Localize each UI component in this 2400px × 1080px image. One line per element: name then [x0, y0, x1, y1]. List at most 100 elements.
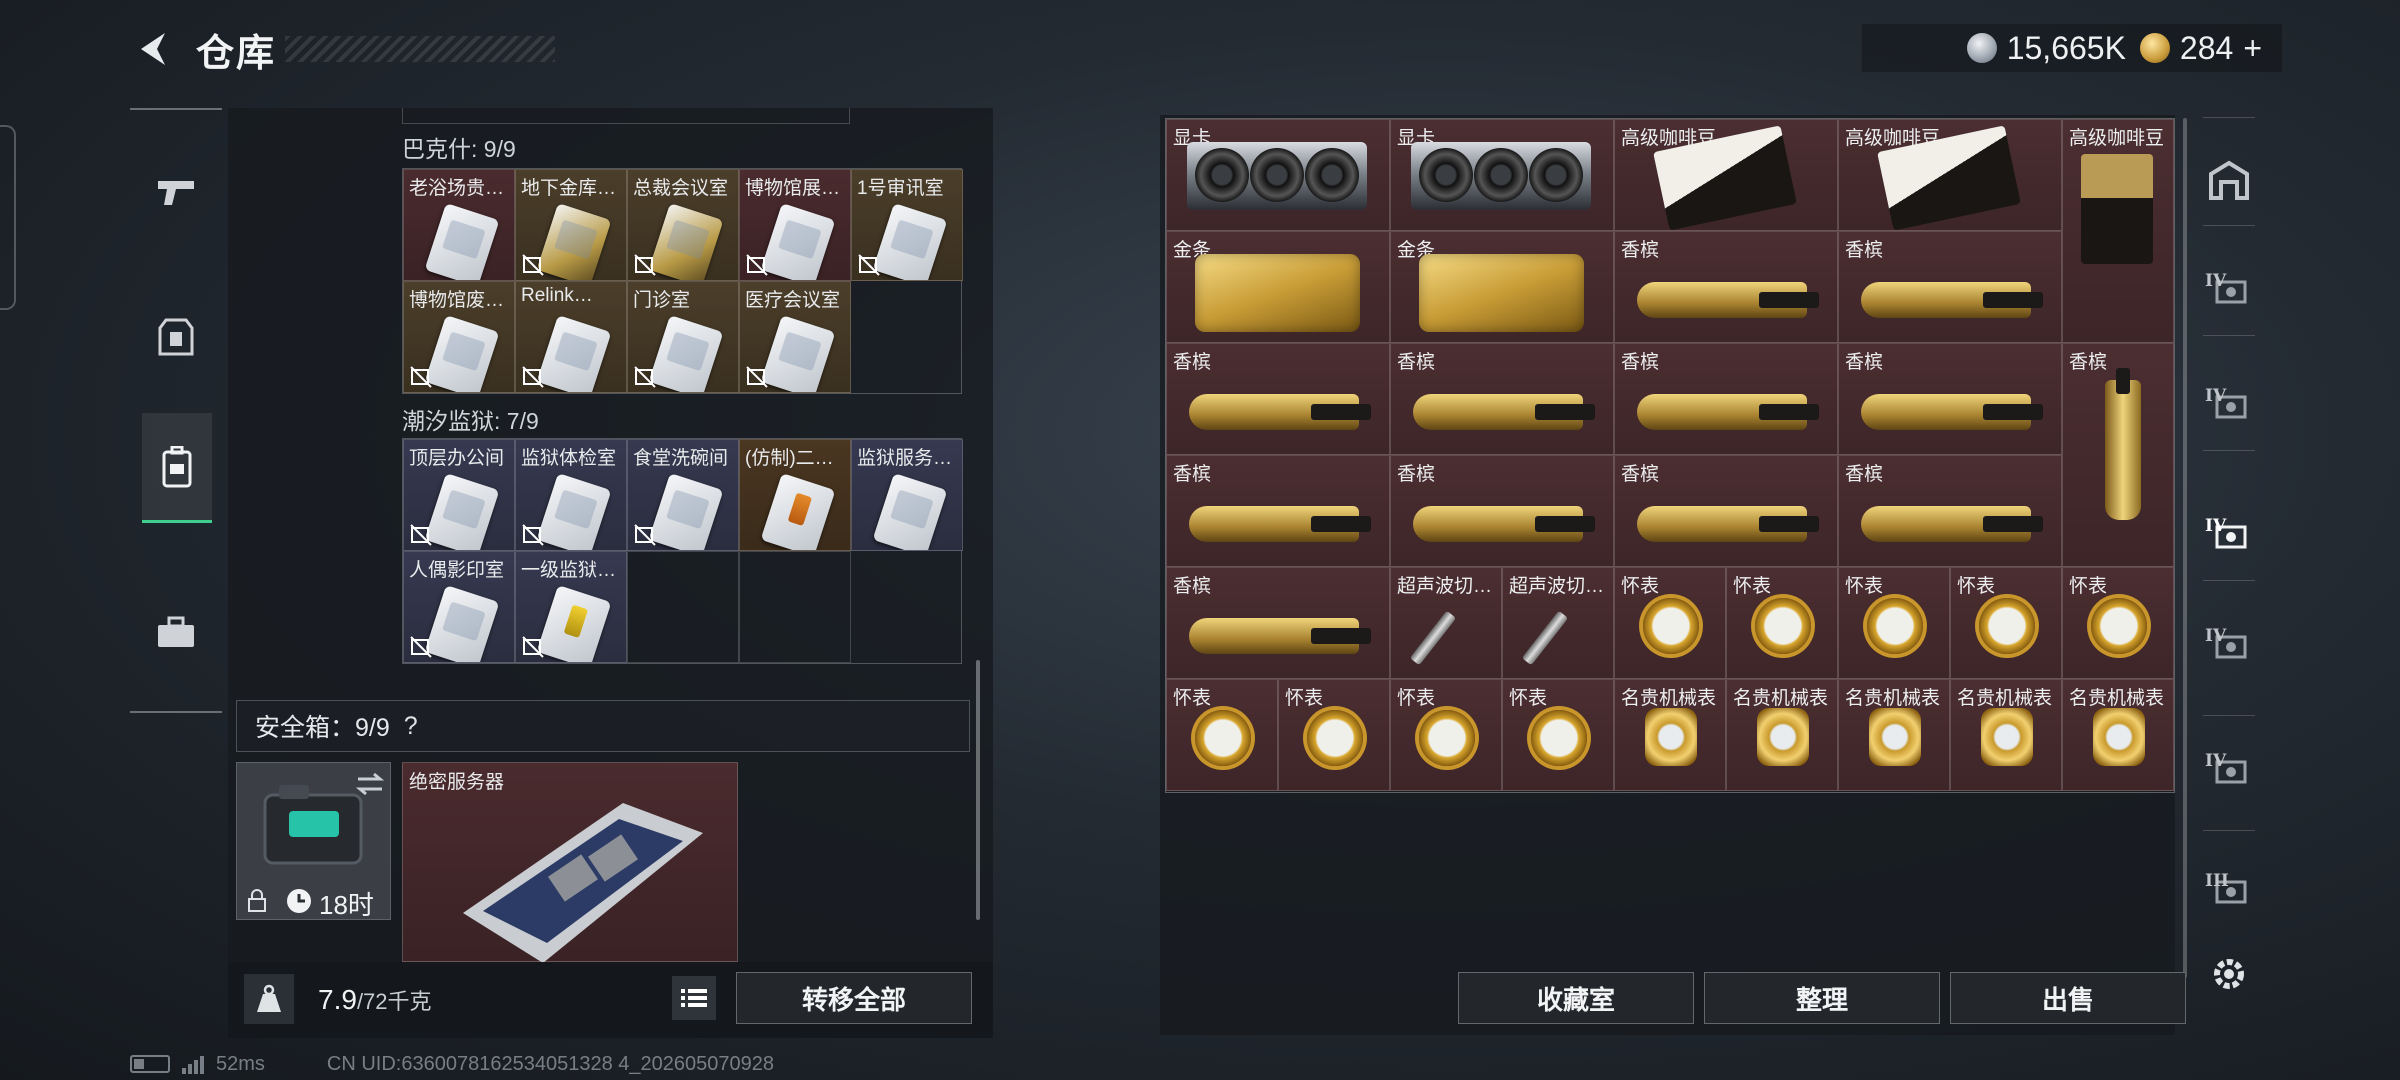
tab-warehouse-1[interactable]: IV	[2195, 255, 2263, 325]
pocket-watch-item[interactable]: 怀表	[1166, 679, 1278, 791]
no-entry-icon	[858, 254, 880, 276]
gold-plus-icon[interactable]: +	[2243, 30, 2262, 67]
gpu-item[interactable]: 显卡	[1166, 119, 1390, 231]
pocket-watch-item[interactable]: 怀表	[2062, 567, 2174, 679]
keycard-item[interactable]: 监狱服务…	[851, 439, 963, 551]
keycard-item[interactable]: 1号审讯室	[851, 169, 963, 281]
champagne-item[interactable]: 香槟	[1166, 343, 1390, 455]
pocket-watch-icon	[1307, 710, 1363, 766]
gold-bar-item[interactable]: 金条	[1390, 231, 1614, 343]
empty-slot[interactable]	[739, 551, 851, 663]
champagne-item[interactable]: 香槟	[1838, 231, 2062, 343]
warehouse-scrollbar[interactable]	[2183, 118, 2187, 978]
champagne-item[interactable]: 香槟	[1390, 455, 1614, 567]
tab-divider	[2203, 450, 2255, 451]
organize-button[interactable]: 整理	[1704, 972, 1940, 1024]
swap-icon[interactable]	[355, 771, 385, 797]
no-entry-icon	[522, 366, 544, 388]
keycard-item[interactable]: 老浴场贵…	[403, 169, 515, 281]
champagne-icon	[1189, 506, 1371, 542]
sell-button[interactable]: 出售	[1950, 972, 2186, 1024]
keycard-item[interactable]: 博物馆废…	[403, 281, 515, 393]
safe-box-device[interactable]: 18时	[236, 762, 391, 920]
side-drawer-handle[interactable]	[0, 125, 16, 310]
toolbox-icon	[158, 616, 194, 647]
champagne-item[interactable]: 香槟	[1166, 567, 1390, 679]
pocket-watch-item[interactable]: 怀表	[1614, 567, 1726, 679]
ultrasonic-cutter-item[interactable]: 超声波切…	[1390, 567, 1502, 679]
coffee-item[interactable]: 高级咖啡豆	[2062, 119, 2174, 343]
secret-server-item[interactable]: 绝密服务器	[402, 762, 738, 963]
back-button[interactable]	[130, 24, 180, 74]
gold-coin-icon	[2139, 33, 2170, 63]
keycard-item[interactable]: 顶层办公间	[403, 439, 515, 551]
champagne-item[interactable]: 香槟	[1166, 455, 1390, 567]
warehouse-grid: 显卡 显卡 高级咖啡豆 高级咖啡豆 高级咖啡豆 金条 金条 香槟 香槟 香槟 香…	[1165, 118, 2175, 793]
keycard-item[interactable]: 博物馆展…	[739, 169, 851, 281]
keycard-item[interactable]: 人偶影印室	[403, 551, 515, 663]
champagne-item[interactable]: 香槟	[1838, 455, 2062, 567]
category-supplies[interactable]	[142, 598, 210, 666]
keycard-item[interactable]: 门诊室	[627, 281, 739, 393]
tab-divider	[2203, 335, 2255, 336]
keycard-item[interactable]: 医疗会议室	[739, 281, 851, 393]
coffee-bag-icon	[2081, 154, 2153, 264]
keycard-item[interactable]: (仿制)二…	[739, 439, 851, 551]
pocket-watch-item[interactable]: 怀表	[1838, 567, 1950, 679]
tab-all[interactable]	[2195, 145, 2263, 215]
gold-currency[interactable]: 284 +	[2139, 30, 2262, 67]
keycard-item[interactable]: 监狱体检室	[515, 439, 627, 551]
tab-warehouse-3[interactable]: IV	[2195, 500, 2263, 570]
category-backpack[interactable]	[142, 413, 212, 523]
tab-warehouse-2[interactable]: IV	[2195, 370, 2263, 440]
transfer-all-button[interactable]: 转移全部	[736, 972, 972, 1024]
pocket-watch-item[interactable]: 怀表	[1726, 567, 1838, 679]
champagne-item[interactable]: 香槟	[1614, 455, 1838, 567]
backpack-scrollbar[interactable]	[976, 660, 980, 920]
champagne-item[interactable]: 香槟	[1614, 231, 1838, 343]
category-equipment[interactable]	[142, 304, 210, 372]
pocket-watch-item[interactable]: 怀表	[1950, 567, 2062, 679]
coffee-item[interactable]: 高级咖啡豆	[1838, 119, 2062, 231]
champagne-item[interactable]: 香槟	[1838, 343, 2062, 455]
keycard-item[interactable]: 食堂洗碗间	[627, 439, 739, 551]
keycard-icon	[424, 203, 500, 280]
safe-timer: 18时	[319, 890, 374, 920]
empty-slot[interactable]	[627, 551, 739, 663]
gun-icon	[158, 181, 194, 205]
category-weapons[interactable]	[142, 158, 210, 226]
help-icon[interactable]: ?	[404, 712, 418, 741]
collection-room-button[interactable]: 收藏室	[1458, 972, 1694, 1024]
warehouse-icon	[2209, 160, 2249, 200]
ultrasonic-cutter-item[interactable]: 超声波切…	[1502, 567, 1614, 679]
keycard-item[interactable]: Relink…	[515, 281, 627, 393]
coffee-item[interactable]: 高级咖啡豆	[1614, 119, 1838, 231]
list-view-button[interactable]	[672, 976, 716, 1020]
title-decoration	[285, 36, 555, 62]
luxury-watch-item[interactable]: 名贵机械表	[1614, 679, 1726, 791]
champagne-icon	[1637, 394, 1819, 430]
keycard-item[interactable]: 总裁会议室	[627, 169, 739, 281]
luxury-watch-item[interactable]: 名贵机械表	[1950, 679, 2062, 791]
luxury-watch-item[interactable]: 名贵机械表	[1726, 679, 1838, 791]
luxury-watch-item[interactable]: 名贵机械表	[1838, 679, 1950, 791]
champagne-item[interactable]: 香槟	[1614, 343, 1838, 455]
pocket-watch-icon	[1531, 710, 1587, 766]
tab-warehouse-5[interactable]: IV	[2195, 735, 2263, 805]
champagne-icon	[1189, 618, 1371, 654]
keycard-item[interactable]: 一级监狱…	[515, 551, 627, 663]
tab-warehouse-6[interactable]: III	[2195, 855, 2263, 925]
gold-bar-item[interactable]: 金条	[1166, 231, 1390, 343]
champagne-item[interactable]: 香槟	[1390, 343, 1614, 455]
tab-warehouse-4[interactable]: IV	[2195, 610, 2263, 680]
champagne-item[interactable]: 香槟	[2062, 343, 2174, 567]
previous-grid-edge	[402, 108, 850, 124]
gpu-item[interactable]: 显卡	[1390, 119, 1614, 231]
pocket-watch-item[interactable]: 怀表	[1502, 679, 1614, 791]
pocket-watch-item[interactable]: 怀表	[1390, 679, 1502, 791]
settings-button[interactable]	[2205, 950, 2253, 998]
silver-amount: 15,665K	[2006, 29, 2126, 66]
pocket-watch-item[interactable]: 怀表	[1278, 679, 1390, 791]
keycard-item[interactable]: 地下金库…	[515, 169, 627, 281]
luxury-watch-item[interactable]: 名贵机械表	[2062, 679, 2174, 791]
